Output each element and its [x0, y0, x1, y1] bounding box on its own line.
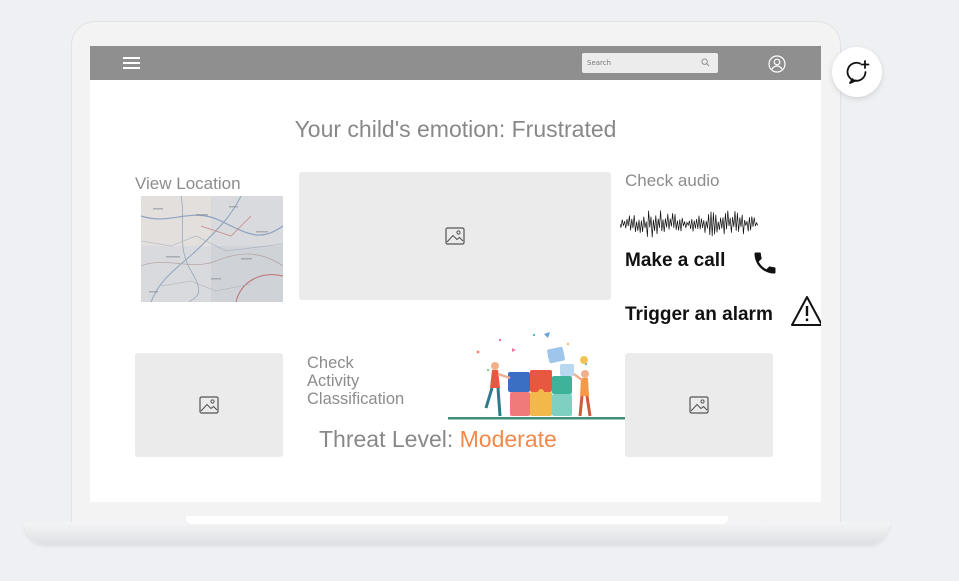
location-map-image[interactable]	[141, 196, 283, 302]
warning-icon[interactable]	[791, 295, 821, 327]
image-placeholder-icon	[689, 396, 709, 414]
image-placeholder-left[interactable]	[135, 353, 283, 457]
top-bar	[90, 46, 821, 80]
emotion-title: Your child's emotion: Frustrated	[294, 116, 617, 142]
hamburger-menu-icon[interactable]	[123, 57, 140, 69]
laptop-notch	[186, 516, 728, 524]
threat-level-prefix: Threat Level:	[319, 426, 454, 452]
search-icon[interactable]	[701, 58, 710, 67]
check-activity-line: Check	[307, 354, 354, 372]
check-activity-label[interactable]: Check Activity Classification	[307, 354, 437, 408]
threat-level: Threat Level: Moderate	[319, 426, 557, 453]
threat-level-value: Moderate	[459, 426, 557, 452]
video-feed-placeholder[interactable]	[299, 172, 611, 300]
laptop-base	[24, 522, 890, 544]
image-placeholder-icon	[445, 227, 465, 245]
check-audio-label[interactable]: Check audio	[625, 171, 720, 191]
check-activity-line: Activity	[307, 372, 360, 390]
check-activity-line: Classification	[307, 390, 405, 408]
phone-icon[interactable]	[751, 249, 779, 277]
chat-add-icon	[846, 60, 870, 84]
audio-waveform[interactable]	[620, 210, 758, 238]
app-screen: Your child's emotion: Frustrated View Lo…	[90, 46, 821, 502]
trigger-alarm-button[interactable]: Trigger an alarm	[625, 304, 773, 326]
make-call-button[interactable]: Make a call	[625, 250, 725, 272]
add-comment-button[interactable]	[832, 47, 882, 97]
image-placeholder-right[interactable]	[625, 353, 773, 457]
image-placeholder-icon	[199, 396, 219, 414]
view-location-label[interactable]: View Location	[135, 174, 241, 194]
search-input[interactable]	[587, 55, 695, 71]
user-icon[interactable]	[768, 55, 786, 73]
puzzle-team-illustration	[448, 332, 626, 420]
search-box[interactable]	[582, 53, 718, 73]
